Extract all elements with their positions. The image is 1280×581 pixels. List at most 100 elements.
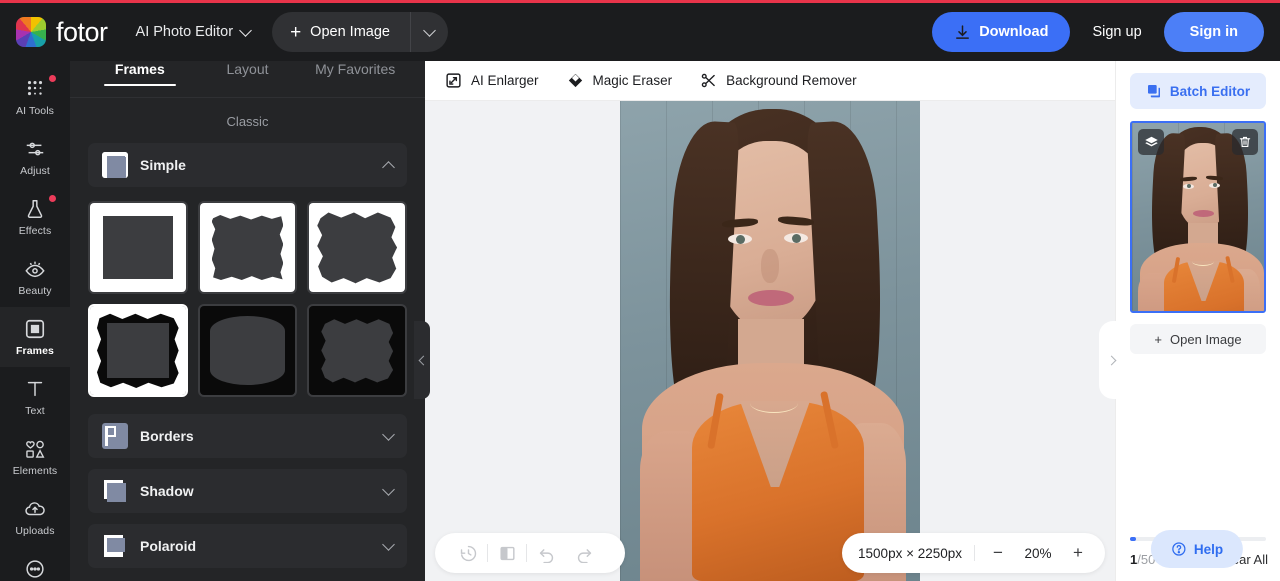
layers-icon [1144,136,1158,146]
sidebar-item-ai-tools[interactable]: AI Tools [0,67,70,127]
sidebar-item-frames[interactable]: Frames [0,307,70,367]
sidebar-item-label: Uploads [15,524,55,537]
canvas-photo[interactable] [620,101,920,581]
sidebar-item-label: Elements [12,464,58,477]
frame-preview [90,203,186,292]
toolbar-divider [974,545,975,561]
tab-label: Layout [226,61,269,77]
sidebar-item-beauty[interactable]: Beauty [0,247,70,307]
mode-selector[interactable]: AI Photo Editor [136,23,252,40]
frame-thumbnail-grid [70,187,425,397]
open-image-dropdown[interactable] [409,12,448,52]
open-image-button-panel[interactable]: + Open Image [1130,324,1266,354]
chevron-down-icon [382,537,395,551]
sidebar-item-elements[interactable]: Elements [0,427,70,487]
frame-thumb-tv-rounded-black[interactable] [197,304,298,397]
right-panel: Batch Editor + Open Image 1/50 Clear All [1115,61,1280,581]
frames-group-borders[interactable]: Borders [88,414,407,458]
chevron-up-icon [382,160,395,174]
frame-preview [90,306,186,395]
plus-icon: + [1154,331,1163,347]
batch-editor-label: Batch Editor [1169,83,1251,99]
ellipsis-circle-icon [26,559,44,578]
zoom-level-value: 20% [1024,545,1052,561]
panel-tabs: Frames Layout My Favorites [70,61,425,98]
thumbnail-delete-button[interactable] [1232,129,1258,155]
sidebar-item-label: AI Tools [16,104,54,117]
collapse-left-panel-handle[interactable] [414,321,430,399]
tab-layout[interactable]: Layout [194,61,302,86]
group-label: Shadow [140,483,194,499]
frame-polaroid-icon [102,533,128,559]
group-label: Borders [140,428,194,444]
frames-group-shadow[interactable]: Shadow [88,469,407,513]
help-button[interactable]: Help [1150,530,1244,568]
frame-thumb-soft-grunge-black[interactable] [307,304,407,397]
frame-preview [309,203,405,292]
sign-up-button[interactable]: Sign up [1086,24,1147,40]
redo-button[interactable] [565,534,603,572]
undo-button[interactable] [527,534,565,572]
download-label: Download [979,24,1049,40]
enlarge-icon [446,73,461,88]
tab-my-favorites[interactable]: My Favorites [301,61,409,86]
compare-button[interactable] [488,534,526,572]
tab-label: My Favorites [315,61,396,77]
sidebar-item-uploads[interactable]: Uploads [0,487,70,547]
tab-label: Frames [114,61,165,77]
tool-label: Background Remover [726,73,857,88]
brand-name: fotor [56,16,108,47]
collapse-right-panel-handle[interactable] [1099,321,1126,399]
photo-pupil-left [1187,184,1191,188]
image-thumbnail-card[interactable] [1130,121,1266,313]
background-remover-button[interactable]: Background Remover [700,72,857,89]
tool-label: AI Enlarger [471,73,539,88]
photo-necklace [750,393,798,413]
sidebar-item-effects[interactable]: Effects [0,187,70,247]
frame-borders-icon [102,423,128,449]
download-button[interactable]: Download [932,12,1071,52]
section-title-classic: Classic [226,114,269,129]
batch-editor-button[interactable]: Batch Editor [1130,73,1266,109]
sidebar-item-text[interactable]: Text [0,367,70,427]
photo-lips [1193,210,1214,217]
chevron-down-icon [423,23,436,37]
flask-icon [27,199,43,218]
scrollbar-thumb[interactable] [1130,537,1136,541]
frame-thumb-black-rough-border[interactable] [88,304,188,397]
open-image-button[interactable]: + Open Image [272,12,448,52]
history-button[interactable] [449,534,487,572]
canvas-stage[interactable]: 1500px × 2250px − 20% + [414,101,1126,581]
sign-in-button[interactable]: Sign in [1163,12,1264,52]
header-actions: Download Sign up Sign in [932,12,1264,52]
trash-icon [1239,136,1251,147]
cloud-upload-icon [25,501,45,515]
text-t-icon [27,381,43,396]
scissors-icon [701,73,715,88]
open-image-main[interactable]: + Open Image [272,12,410,52]
image-dimensions: 1500px × 2250px [858,545,962,561]
frame-preview [309,306,405,395]
brand-logo[interactable]: fotor [16,17,108,48]
photo-pupil-left [736,235,745,244]
frames-group-simple[interactable]: Simple [88,143,407,187]
tool-label: Magic Eraser [592,73,673,88]
fotor-editor-window: fotor AI Photo Editor + Open Image Downl… [0,0,1280,581]
thumbnail-layers-button[interactable] [1138,129,1164,155]
frame-thumb-grunge-white-border[interactable] [307,201,407,294]
sliders-icon [26,142,44,155]
ai-enlarger-button[interactable]: AI Enlarger [445,72,539,89]
frames-group-polaroid[interactable]: Polaroid [88,524,407,568]
frame-thumb-white-border[interactable] [88,201,188,294]
tab-frames[interactable]: Frames [86,61,194,86]
group-label: Polaroid [140,538,197,554]
clock-history-icon [460,545,476,561]
magic-eraser-button[interactable]: Magic Eraser [567,72,673,89]
photo-necklace [1192,257,1214,266]
sidebar-item-more[interactable]: More [0,547,70,581]
zoom-out-button[interactable]: − [987,542,1009,564]
zoom-in-button[interactable]: + [1067,542,1089,564]
photo-nose [761,249,779,283]
frame-thumb-rough-white-border[interactable] [197,201,298,294]
sidebar-item-adjust[interactable]: Adjust [0,127,70,187]
